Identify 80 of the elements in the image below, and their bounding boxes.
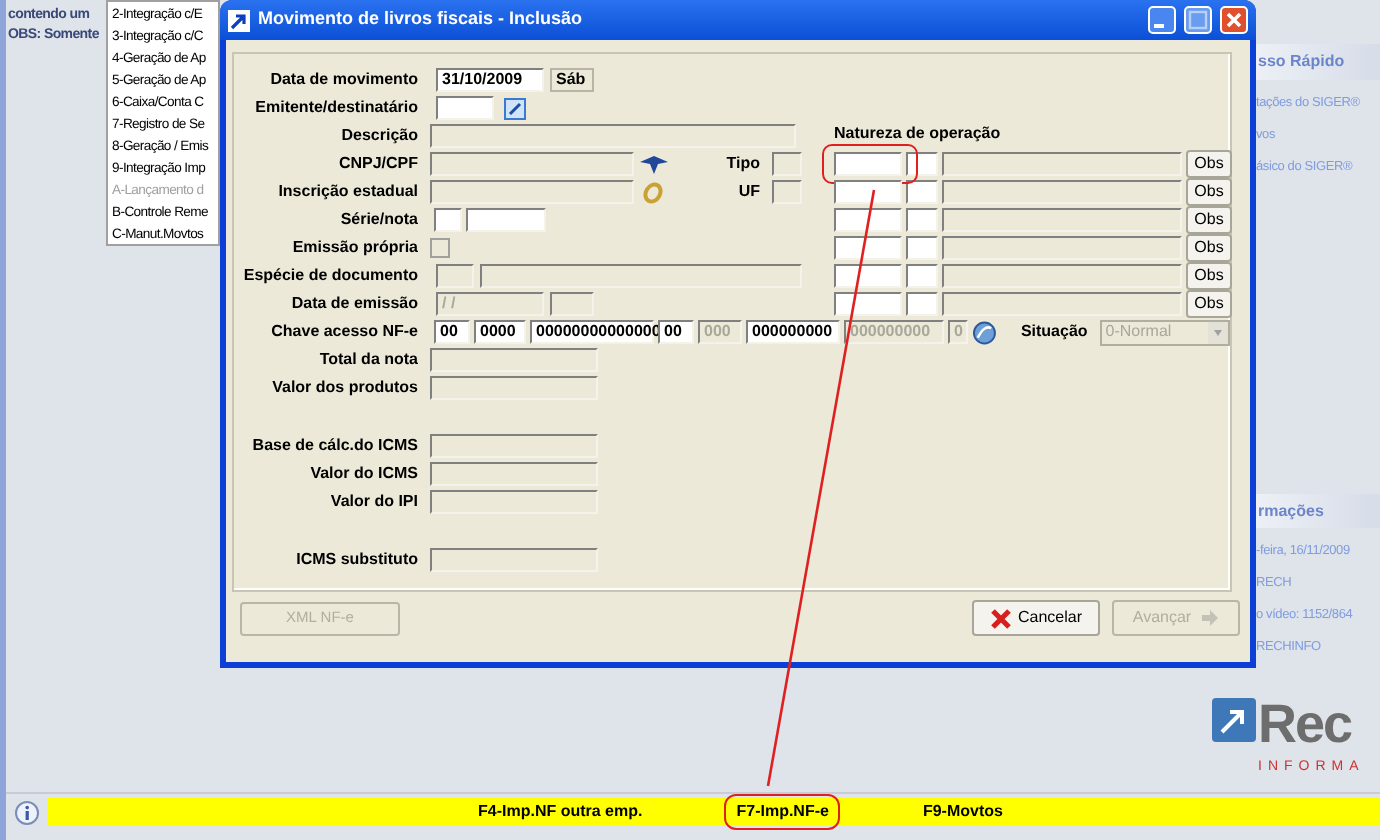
input-field[interactable] [430, 348, 598, 372]
input-field[interactable] [942, 236, 1182, 260]
input-field[interactable]: 00 [434, 320, 470, 344]
field-label: Emitente/destinatário [255, 96, 418, 120]
ring-icon[interactable] [642, 181, 664, 203]
logo-icon [1212, 698, 1256, 742]
date-field[interactable]: 31/10/2009 [436, 68, 544, 92]
shortcut-label[interactable]: F9-Movtos [910, 794, 1015, 830]
arrow-right-icon [1199, 608, 1220, 628]
field-label: Descrição [341, 124, 418, 148]
input-field[interactable] [834, 236, 902, 260]
input-field[interactable]: 00000000000000 [530, 320, 654, 344]
input-field[interactable] [834, 264, 902, 288]
field-label: Inscrição estadual [278, 180, 418, 204]
input-field[interactable] [906, 152, 938, 176]
window-title: Movimento de livros fiscais - Inclusão [258, 6, 583, 33]
input-field[interactable] [942, 264, 1182, 288]
input-field[interactable] [834, 180, 902, 204]
obs-button[interactable]: Obs [1186, 150, 1232, 178]
input-field[interactable] [466, 208, 546, 232]
field-label: Situação [1020, 320, 1088, 344]
shortcut-label[interactable]: F7-Imp.NF-e [724, 794, 841, 830]
section-label: Natureza de operação [834, 124, 1003, 146]
field-label: Valor do IPI [330, 490, 418, 514]
maximize-icon[interactable] [1184, 6, 1212, 34]
input-field[interactable] [834, 152, 902, 176]
input-field[interactable] [942, 152, 1182, 176]
obs-button[interactable]: Obs [1186, 262, 1232, 290]
field-label: Série/nota [340, 208, 418, 232]
panel-header: rmações [1256, 494, 1380, 528]
input-field[interactable] [434, 208, 462, 232]
field-label: Data de emissão [291, 292, 418, 316]
input-field[interactable] [906, 264, 938, 288]
input-field[interactable] [942, 208, 1182, 232]
close-icon[interactable] [1220, 6, 1248, 34]
input-field[interactable] [430, 548, 598, 572]
obs-button[interactable]: Obs [1186, 290, 1232, 318]
obs-button[interactable]: Obs [1186, 234, 1232, 262]
input-field[interactable] [430, 434, 598, 458]
field-label: Data de movimento [270, 68, 418, 92]
panel-header: sso Rápido [1256, 44, 1380, 80]
obs-button[interactable]: Obs [1186, 206, 1232, 234]
weekday-label: Sáb [550, 68, 594, 92]
logo-text: Rec [1258, 694, 1354, 754]
cancel-button[interactable]: Cancelar [972, 600, 1100, 636]
field-label: Total da nota [319, 348, 418, 372]
input-field[interactable] [906, 292, 938, 316]
input-field[interactable] [834, 208, 902, 232]
field-label: Valor dos produtos [272, 376, 418, 400]
input-field[interactable] [834, 292, 902, 316]
field-label: CNPJ/CPF [338, 152, 418, 176]
globe-icon[interactable] [972, 319, 997, 345]
x-icon [989, 607, 1012, 629]
field-label: Tipo [726, 152, 760, 176]
shortcut-label[interactable]: F4-Imp.NF outra emp. [466, 794, 655, 830]
input-field[interactable] [906, 180, 938, 204]
input-field[interactable]: 00 [658, 320, 694, 344]
input-field[interactable]: 0000 [474, 320, 526, 344]
input-field[interactable] [436, 96, 494, 120]
input-field[interactable] [906, 208, 938, 232]
field-label: Valor do ICMS [310, 462, 418, 486]
input-field[interactable] [906, 236, 938, 260]
wing-icon[interactable] [640, 155, 668, 173]
arrow-icon [228, 9, 250, 31]
minimize-icon[interactable] [1148, 6, 1176, 34]
field-label: Base de cálc.do ICMS [252, 434, 418, 458]
field-label: Espécie de documento [243, 264, 418, 288]
obs-button[interactable]: Obs [1186, 178, 1232, 206]
field-label: UF [738, 180, 760, 204]
input-field[interactable] [942, 292, 1182, 316]
edit-icon[interactable] [504, 97, 526, 119]
info-icon[interactable] [14, 799, 40, 825]
field-label: Chave acesso NF-e [271, 320, 418, 344]
field-label: ICMS substituto [296, 548, 418, 572]
input-field[interactable] [430, 462, 598, 486]
input-field[interactable]: 000000000 [746, 320, 840, 344]
input-field[interactable] [430, 376, 598, 400]
field-label: Emissão própria [292, 236, 418, 260]
input-field[interactable] [942, 180, 1182, 204]
input-field[interactable] [430, 490, 598, 514]
